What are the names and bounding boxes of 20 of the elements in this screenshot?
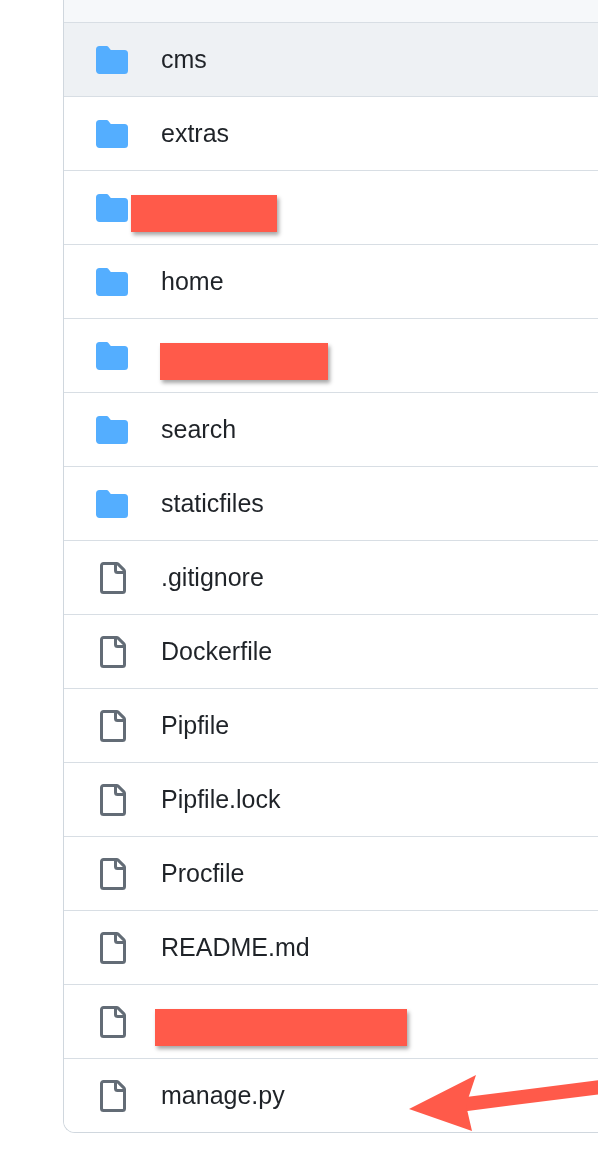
file-name[interactable]: staticfiles <box>161 489 264 518</box>
file-name[interactable]: search <box>161 415 237 444</box>
file-name[interactable]: README.md <box>161 933 310 962</box>
folder-icon <box>96 191 128 224</box>
file-name[interactable]: manage.py <box>161 1081 285 1110</box>
folder-icon <box>96 487 128 520</box>
folder-icon <box>96 265 128 298</box>
file-row[interactable]: cms <box>64 23 598 97</box>
folder-icon <box>96 43 128 76</box>
file-name[interactable]: cms <box>161 45 207 74</box>
folder-icon <box>96 117 128 150</box>
file-name[interactable]: Dockerfile <box>161 637 273 666</box>
file-name[interactable]: Pipfile.lock <box>161 785 281 814</box>
file-name[interactable]: home <box>161 267 224 296</box>
file-name[interactable]: extras <box>161 119 230 148</box>
folder-icon <box>96 339 128 372</box>
file-name[interactable]: Procfile <box>161 859 245 888</box>
folder-icon <box>96 413 128 446</box>
file-name[interactable]: .gitignore <box>161 563 264 592</box>
file-name[interactable]: Pipfile <box>161 711 230 740</box>
